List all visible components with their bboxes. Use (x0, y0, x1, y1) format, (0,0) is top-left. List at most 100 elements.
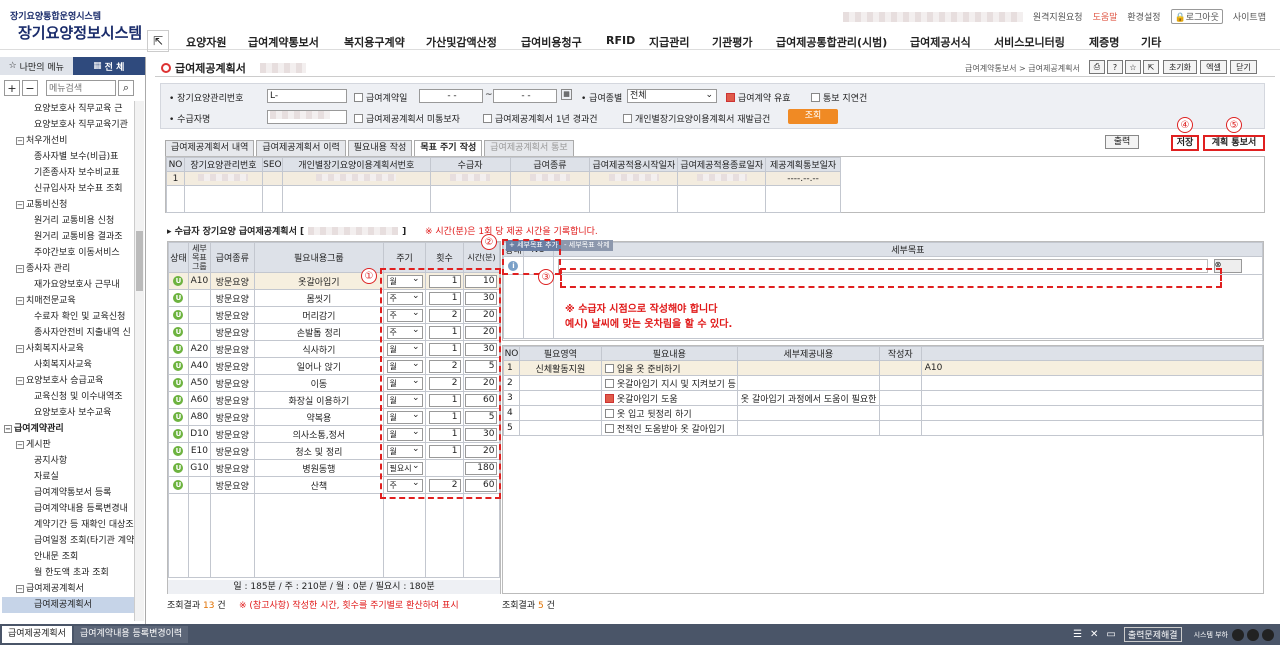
notify-delay-checkbox[interactable] (811, 93, 820, 102)
content-checkbox[interactable] (604, 363, 614, 373)
sidebar-item[interactable]: 요양보호사 보수교육 (2, 405, 134, 421)
plan-notify-button[interactable]: 계획 통보서 (1203, 135, 1265, 151)
detail-cell[interactable] (736, 360, 880, 376)
close-icon[interactable]: ✕ (1090, 629, 1098, 640)
toggle-icon[interactable]: − (16, 584, 24, 593)
detail-cell[interactable] (736, 375, 880, 391)
sidebar-item[interactable]: − 게시판 (2, 437, 134, 453)
sidebar-item[interactable]: 종사자안전비 지출내역 신 (2, 325, 134, 341)
external-link-icon[interactable]: ⇱ (147, 30, 169, 52)
nav-item[interactable]: 가산및감액산정 (426, 34, 497, 50)
sidebar-item[interactable]: 원거리 교통비용 신청 (2, 213, 134, 229)
toggle-icon[interactable]: − (16, 376, 24, 385)
nav-item[interactable]: 제증명 (1089, 34, 1119, 50)
logout-button[interactable]: 🔒로그아웃 (1170, 9, 1223, 24)
sidebar-item[interactable]: 요양보호사 직무교육기관 (2, 117, 134, 133)
reissue-checkbox[interactable] (623, 114, 632, 123)
table-row[interactable]: 5 전적인 도움받아 옷 갈아입기 (503, 420, 1264, 436)
reset-button[interactable]: 초기화 (1163, 60, 1197, 74)
nav-item[interactable]: 급여비용청구 (521, 34, 582, 50)
sidebar-item[interactable]: 자료실 (2, 469, 134, 485)
content-checkbox[interactable] (604, 423, 614, 433)
popup-icon[interactable]: ⇱ (1143, 60, 1159, 74)
nav-item[interactable]: 요양자원 (186, 34, 226, 50)
table-row[interactable]: 1 신체활동지원 입을 옷 준비하기 A10 (503, 360, 1264, 376)
sidebar-item[interactable]: 신규입사자 보수표 조회 (2, 181, 134, 197)
table-row[interactable]: 3 옷갈아입기 도움 옷 갈아입기 과정에서 도움이 필요한 (503, 390, 1264, 406)
detail-cell[interactable] (736, 420, 880, 436)
sidebar-item[interactable]: − 요양보호사 승급교육 (2, 373, 134, 389)
sidebar-item[interactable]: 원거리 교통비용 결과조 (2, 229, 134, 245)
date-from-input[interactable]: - - (419, 89, 483, 103)
print-icon[interactable]: ⎙ (1089, 60, 1105, 74)
calendar-icon[interactable]: ▦ (561, 89, 572, 100)
nav-item[interactable]: RFID (606, 34, 635, 47)
nav-item[interactable]: 지급관리 (649, 34, 689, 50)
sidebar-item[interactable]: 계약기간 등 재확인 대상조 (2, 517, 134, 533)
tab-my-menu[interactable]: ☆ 나만의 메뉴 (0, 57, 73, 75)
sidebar-item[interactable]: 기존종사자 보수비교표 (2, 165, 134, 181)
sidebar-item[interactable]: − 치매전문교육 (2, 293, 134, 309)
kind-select[interactable]: 전체 ⌄ (627, 89, 717, 103)
content-checkbox[interactable] (604, 393, 614, 403)
sidebar-item[interactable]: 급여계약내용 등록변경내 (2, 501, 134, 517)
content-checkbox[interactable] (604, 378, 614, 388)
help-link[interactable]: 도움말 (1093, 10, 1118, 23)
tab-goal-cycle[interactable]: 목표 주기 작성 (414, 140, 483, 156)
tab-plan-list[interactable]: 급여제공계획서 내역 (165, 140, 255, 156)
toggle-icon[interactable]: − (16, 440, 24, 449)
date-to-input[interactable]: - - (493, 89, 557, 103)
detail-cell[interactable]: 옷 갈아입기 과정에서 도움이 필요한 (736, 390, 880, 406)
unreported-checkbox[interactable] (354, 114, 363, 123)
sitemap-link[interactable]: 사이트맵 (1233, 10, 1266, 23)
nav-item[interactable]: 기관평가 (712, 34, 752, 50)
sidebar-item[interactable]: − 급여제공계획서 (2, 581, 134, 597)
window-icon[interactable]: ▭ (1106, 629, 1115, 640)
close-button[interactable]: 닫기 (1230, 60, 1257, 74)
toggle-icon[interactable]: − (4, 424, 12, 433)
print-trouble-button[interactable]: 출력문제해결 (1123, 627, 1182, 642)
sidebar-item[interactable]: − 처우개선비 (2, 133, 134, 149)
toggle-icon[interactable]: − (16, 200, 24, 209)
list-icon[interactable]: ☰ (1073, 629, 1082, 640)
toggle-icon[interactable]: − (16, 296, 24, 305)
search-icon[interactable]: ⌕ (118, 80, 134, 96)
search-button[interactable]: 조회 (788, 109, 838, 124)
tab-needs[interactable]: 필요내용 작성 (347, 140, 413, 156)
sidebar-item[interactable]: − 종사자 관리 (2, 261, 134, 277)
sidebar-item[interactable]: 급여제공계획서 (2, 597, 134, 613)
sidebar-item[interactable]: 요양보호사 직무교육 근 (2, 101, 134, 117)
valid-contract-checkbox[interactable] (726, 93, 735, 102)
toggle-icon[interactable]: − (16, 264, 24, 273)
oneyear-checkbox[interactable] (483, 114, 492, 123)
excel-button[interactable]: 엑셀 (1200, 60, 1227, 74)
favorite-icon[interactable]: ☆ (1125, 60, 1141, 74)
sidebar-item[interactable]: 재가요양보호사 근무내 (2, 277, 134, 293)
recipient-name-input[interactable] (267, 110, 347, 124)
mgmt-no-input[interactable]: L- (267, 89, 347, 103)
save-button[interactable]: 저장 (1171, 135, 1199, 151)
nav-item[interactable]: 서비스모니터링 (994, 34, 1065, 50)
help-icon[interactable]: ? (1107, 60, 1123, 74)
toggle-icon[interactable]: − (16, 136, 24, 145)
menu-search-input[interactable] (46, 80, 116, 96)
table-row[interactable]: 1 ----.--.-- (166, 171, 841, 186)
collapse-all-button[interactable]: − (22, 80, 38, 96)
sidebar-item[interactable]: 종사자별 보수(비급)표 (2, 149, 134, 165)
contract-day-checkbox[interactable] (354, 93, 363, 102)
toggle-icon[interactable]: − (16, 344, 24, 353)
content-checkbox[interactable] (604, 408, 614, 418)
sidebar-item[interactable]: 안내문 조회 (2, 549, 134, 565)
delete-goal-button[interactable]: - 세부목표 삭제 (561, 240, 613, 251)
nav-item[interactable]: 급여계약통보서 (248, 34, 319, 50)
sidebar-item[interactable]: − 교통비신청 (2, 197, 134, 213)
tab-plan-notify[interactable]: 급여제공계획서 통보 (484, 140, 574, 156)
sidebar-item[interactable]: 공지사항 (2, 453, 134, 469)
detail-cell[interactable] (736, 405, 880, 421)
sidebar-scrollbar[interactable] (134, 101, 144, 621)
tab-plan-history[interactable]: 급여제공계획서 이력 (256, 140, 346, 156)
bottom-tab-history[interactable]: 급여계약내용 등록변경이력 (73, 626, 189, 643)
remote-support-link[interactable]: 원격지원요청 (1033, 10, 1083, 23)
print-button[interactable]: 출력 (1105, 135, 1139, 149)
sidebar-item[interactable]: − 급여계약관리 (2, 421, 134, 437)
